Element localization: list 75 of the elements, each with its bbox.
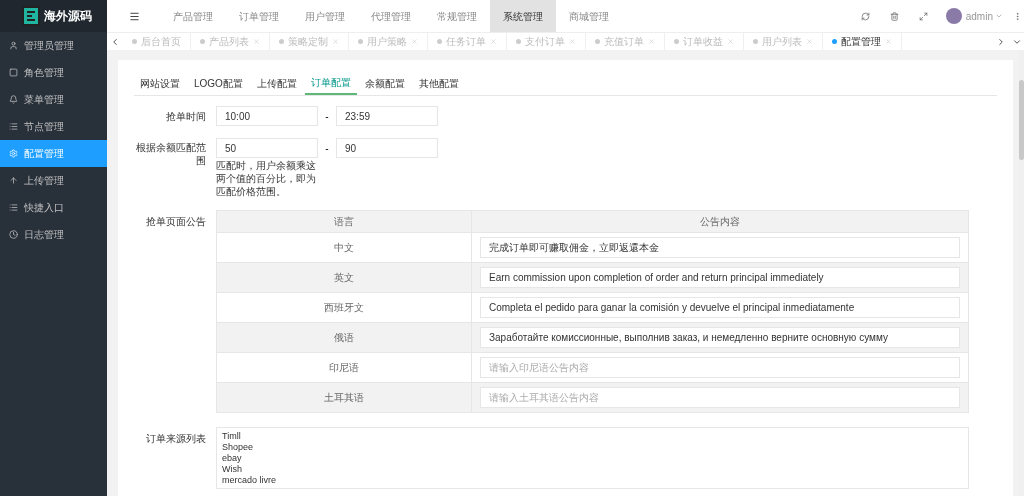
trash-icon[interactable]: [889, 11, 899, 21]
avatar[interactable]: [945, 8, 962, 24]
close-icon[interactable]: [806, 38, 813, 45]
clock-icon: [9, 230, 18, 239]
brand-title: 海外源码: [44, 8, 92, 25]
nav-tab[interactable]: 订单管理: [226, 0, 292, 32]
text-field[interactable]: Completa el pedido para ganar la comisión y devuelve el principal inmediatamente: [480, 297, 960, 318]
menu-icon[interactable]: [129, 10, 140, 22]
close-icon[interactable]: [253, 38, 260, 45]
nav-tab[interactable]: 商城管理: [556, 0, 622, 32]
text-field[interactable]: 请输入土耳其语公告内容: [480, 387, 960, 408]
scroll-left-icon[interactable]: [110, 36, 120, 47]
text-area[interactable]: Timll Shopee ebay Wish mercado livre: [216, 427, 969, 489]
config-tab[interactable]: 网站设置: [134, 71, 186, 95]
text-field[interactable]: Earn commission upon completion of order and return principal immediately: [480, 267, 960, 288]
nav-tab[interactable]: 产品管理: [160, 0, 226, 32]
config-tab[interactable]: 其他配置: [412, 71, 465, 95]
close-icon[interactable]: [490, 38, 497, 45]
field-label: 订单来源列表: [145, 432, 206, 446]
field-label: 抢单页面公告: [145, 215, 206, 229]
bell-icon: [9, 95, 18, 104]
close-icon[interactable]: [727, 38, 734, 45]
arrow-up-icon: [9, 176, 18, 185]
scroll-right-icon[interactable]: [996, 36, 1006, 47]
close-icon[interactable]: [648, 38, 655, 45]
nav-tab[interactable]: 常规管理: [424, 0, 490, 32]
sidebar-item[interactable]: 日志管理: [0, 221, 107, 248]
text-field[interactable]: 10:00: [216, 106, 318, 126]
list-icon: [9, 122, 18, 131]
nav-tab[interactable]: 用户管理: [292, 0, 358, 32]
page-tab[interactable]: 配置管理: [823, 33, 902, 50]
close-icon[interactable]: [332, 38, 339, 45]
table-cell: 土耳其语: [216, 382, 472, 413]
user-icon: [9, 41, 18, 50]
settings-icon: [9, 149, 18, 158]
sidebar-item[interactable]: 上传管理: [0, 167, 107, 194]
sidebar-item[interactable]: 管理员管理: [0, 32, 107, 59]
list-icon: [9, 203, 18, 212]
sidebar-item[interactable]: 角色管理: [0, 59, 107, 86]
text-field[interactable]: 90: [336, 138, 438, 158]
range-dash: -: [324, 109, 330, 124]
column-header: 公告内容: [471, 210, 969, 233]
text-field[interactable]: 完成订单即可赚取佣金，立即返還本金: [480, 237, 960, 258]
table-cell: 俄语: [216, 322, 472, 353]
text-field[interactable]: Заработайте комиссионные, выполнив заказ, и немедленно верните основную сумму: [480, 327, 960, 348]
text-field[interactable]: 请输入印尼语公告内容: [480, 357, 960, 378]
config-tab[interactable]: 上传配置: [250, 71, 303, 95]
more-icon[interactable]: [1013, 11, 1022, 21]
caret-icon: [995, 12, 1003, 20]
close-icon[interactable]: [411, 38, 418, 45]
close-icon[interactable]: [885, 38, 892, 45]
nav-tab[interactable]: 代理管理: [358, 0, 424, 32]
table-cell: 印尼语: [216, 352, 472, 383]
logo-icon: [22, 6, 40, 26]
field-label: 抢单时间: [165, 109, 206, 124]
refresh-icon[interactable]: [860, 11, 870, 21]
field-label: 根据余额匹配范围: [135, 141, 206, 167]
close-icon[interactable]: [569, 38, 576, 45]
square-icon: [9, 68, 18, 77]
sidebar-item[interactable]: 快捷入口: [0, 194, 107, 221]
config-tab[interactable]: 订单配置: [304, 71, 357, 95]
config-tab[interactable]: LOGO配置: [188, 71, 249, 95]
table-cell: 西班牙文: [216, 292, 472, 323]
nav-tab[interactable]: 系统管理: [490, 0, 556, 32]
table-cell: 中文: [216, 232, 472, 263]
sidebar-item[interactable]: 菜单管理: [0, 86, 107, 113]
sidebar-item[interactable]: 节点管理: [0, 113, 107, 140]
range-dash: -: [324, 141, 330, 156]
text-field[interactable]: 50: [216, 138, 318, 158]
help-text: 匹配时，用户余额乘这两个值的百分比，即为匹配价格范围。: [216, 159, 316, 198]
table-cell: 英文: [216, 262, 472, 293]
config-tab[interactable]: 余额配置: [358, 71, 411, 95]
text-field[interactable]: 23:59: [336, 106, 438, 126]
column-header: 语言: [216, 210, 472, 233]
fullscreen-icon[interactable]: [918, 11, 928, 21]
